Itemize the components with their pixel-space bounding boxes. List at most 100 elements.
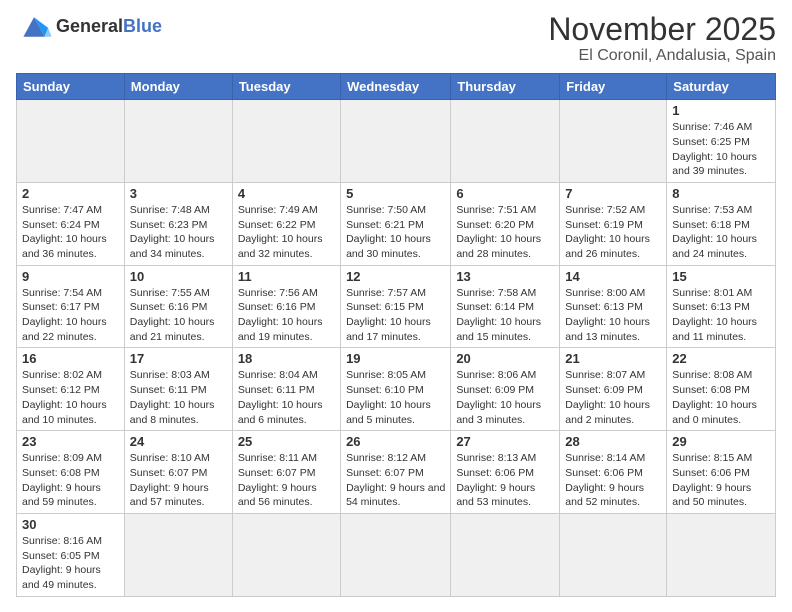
calendar-cell: 30Sunrise: 8:16 AM Sunset: 6:05 PM Dayli… xyxy=(17,513,125,596)
day-number: 16 xyxy=(22,351,119,366)
col-tuesday: Tuesday xyxy=(232,74,340,100)
day-info: Sunrise: 8:07 AM Sunset: 6:09 PM Dayligh… xyxy=(565,368,661,427)
calendar-cell xyxy=(341,513,451,596)
calendar-cell: 29 Sunrise: 8:15 AM Sunset: 6:06 PM Dayli… xyxy=(667,431,776,514)
col-sunday: Sunday xyxy=(17,74,125,100)
day-number: 5 xyxy=(346,186,445,201)
day-info: Sunrise: 8:05 AM Sunset: 6:10 PM Dayligh… xyxy=(346,368,445,427)
col-monday: Monday xyxy=(124,74,232,100)
day-number: 1 xyxy=(672,103,770,118)
day-info: Sunrise: 8:09 AM Sunset: 6:08 PM Dayligh… xyxy=(22,451,119,510)
calendar-cell: 17 Sunrise: 8:03 AM Sunset: 6:11 PM Dayli… xyxy=(124,348,232,431)
logo: GeneralBlue xyxy=(16,12,162,42)
calendar-cell: 7 Sunrise: 7:52 AM Sunset: 6:19 PM Daylig… xyxy=(560,182,667,265)
day-info: Sunrise: 8:06 AM Sunset: 6:09 PM Dayligh… xyxy=(456,368,554,427)
calendar-cell: 9 Sunrise: 7:54 AM Sunset: 6:17 PM Daylig… xyxy=(17,265,125,348)
col-friday: Friday xyxy=(560,74,667,100)
calendar-cell xyxy=(667,513,776,596)
calendar-cell: 20 Sunrise: 8:06 AM Sunset: 6:09 PM Dayli… xyxy=(451,348,560,431)
day-info: Sunrise: 8:01 AM Sunset: 6:13 PM Dayligh… xyxy=(672,286,770,345)
day-info: Sunrise: 8:10 AM Sunset: 6:07 PM Dayligh… xyxy=(130,451,227,510)
calendar-cell: 23 Sunrise: 8:09 AM Sunset: 6:08 PM Dayli… xyxy=(17,431,125,514)
day-info: Sunrise: 7:57 AM Sunset: 6:15 PM Dayligh… xyxy=(346,286,445,345)
day-info: Sunrise: 8:00 AM Sunset: 6:13 PM Dayligh… xyxy=(565,286,661,345)
calendar-header-row: Sunday Monday Tuesday Wednesday Thursday… xyxy=(17,74,776,100)
day-number: 17 xyxy=(130,351,227,366)
day-info: Sunrise: 8:14 AM Sunset: 6:06 PM Dayligh… xyxy=(565,451,661,510)
day-number: 8 xyxy=(672,186,770,201)
day-info: Sunrise: 7:48 AM Sunset: 6:23 PM Dayligh… xyxy=(130,203,227,262)
day-info: Sunrise: 8:13 AM Sunset: 6:06 PM Dayligh… xyxy=(456,451,554,510)
calendar-cell: 28 Sunrise: 8:14 AM Sunset: 6:06 PM Dayli… xyxy=(560,431,667,514)
header-area: GeneralBlue November 2025 El Coronil, An… xyxy=(16,12,776,65)
calendar-week-row: 23 Sunrise: 8:09 AM Sunset: 6:08 PM Dayli… xyxy=(17,431,776,514)
day-number: 2 xyxy=(22,186,119,201)
calendar-week-row: 16 Sunrise: 8:02 AM Sunset: 6:12 PM Dayli… xyxy=(17,348,776,431)
day-info: Sunrise: 7:52 AM Sunset: 6:19 PM Dayligh… xyxy=(565,203,661,262)
col-saturday: Saturday xyxy=(667,74,776,100)
day-info: Sunrise: 7:49 AM Sunset: 6:22 PM Dayligh… xyxy=(238,203,335,262)
calendar-cell: 1Sunrise: 7:46 AM Sunset: 6:25 PM Daylig… xyxy=(667,100,776,183)
calendar-cell: 5Sunrise: 7:50 AM Sunset: 6:21 PM Daylig… xyxy=(341,182,451,265)
calendar-cell: 24 Sunrise: 8:10 AM Sunset: 6:07 PM Dayli… xyxy=(124,431,232,514)
day-number: 15 xyxy=(672,269,770,284)
calendar-cell: 8Sunrise: 7:53 AM Sunset: 6:18 PM Daylig… xyxy=(667,182,776,265)
day-number: 25 xyxy=(238,434,335,449)
calendar-cell xyxy=(124,100,232,183)
day-number: 13 xyxy=(456,269,554,284)
day-number: 12 xyxy=(346,269,445,284)
calendar-cell: 13 Sunrise: 7:58 AM Sunset: 6:14 PM Dayli… xyxy=(451,265,560,348)
day-number: 10 xyxy=(130,269,227,284)
calendar-cell: 14 Sunrise: 8:00 AM Sunset: 6:13 PM Dayli… xyxy=(560,265,667,348)
title-area: November 2025 El Coronil, Andalusia, Spa… xyxy=(548,12,776,65)
logo-text: GeneralBlue xyxy=(56,17,162,37)
day-info: Sunrise: 7:58 AM Sunset: 6:14 PM Dayligh… xyxy=(456,286,554,345)
calendar-cell: 15 Sunrise: 8:01 AM Sunset: 6:13 PM Dayli… xyxy=(667,265,776,348)
day-number: 23 xyxy=(22,434,119,449)
col-wednesday: Wednesday xyxy=(341,74,451,100)
day-number: 22 xyxy=(672,351,770,366)
calendar-cell xyxy=(451,513,560,596)
calendar-cell: 10 Sunrise: 7:55 AM Sunset: 6:16 PM Dayli… xyxy=(124,265,232,348)
calendar-cell: 3 Sunrise: 7:48 AM Sunset: 6:23 PM Daylig… xyxy=(124,182,232,265)
calendar-cell xyxy=(560,100,667,183)
day-info: Sunrise: 7:54 AM Sunset: 6:17 PM Dayligh… xyxy=(22,286,119,345)
day-info: Sunrise: 7:56 AM Sunset: 6:16 PM Dayligh… xyxy=(238,286,335,345)
calendar-cell: 16 Sunrise: 8:02 AM Sunset: 6:12 PM Dayli… xyxy=(17,348,125,431)
day-number: 9 xyxy=(22,269,119,284)
calendar-cell: 4 Sunrise: 7:49 AM Sunset: 6:22 PM Daylig… xyxy=(232,182,340,265)
calendar-week-row: 30Sunrise: 8:16 AM Sunset: 6:05 PM Dayli… xyxy=(17,513,776,596)
day-info: Sunrise: 8:15 AM Sunset: 6:06 PM Dayligh… xyxy=(672,451,770,510)
calendar-cell xyxy=(232,100,340,183)
day-number: 20 xyxy=(456,351,554,366)
day-info: Sunrise: 7:51 AM Sunset: 6:20 PM Dayligh… xyxy=(456,203,554,262)
day-number: 7 xyxy=(565,186,661,201)
calendar-cell: 25 Sunrise: 8:11 AM Sunset: 6:07 PM Dayli… xyxy=(232,431,340,514)
day-number: 26 xyxy=(346,434,445,449)
calendar-cell: 12 Sunrise: 7:57 AM Sunset: 6:15 PM Dayli… xyxy=(341,265,451,348)
day-number: 24 xyxy=(130,434,227,449)
day-number: 28 xyxy=(565,434,661,449)
day-info: Sunrise: 7:55 AM Sunset: 6:16 PM Dayligh… xyxy=(130,286,227,345)
day-number: 6 xyxy=(456,186,554,201)
calendar-cell: 22Sunrise: 8:08 AM Sunset: 6:08 PM Dayli… xyxy=(667,348,776,431)
day-number: 3 xyxy=(130,186,227,201)
calendar-cell: 26Sunrise: 8:12 AM Sunset: 6:07 PM Dayli… xyxy=(341,431,451,514)
calendar-cell: 6 Sunrise: 7:51 AM Sunset: 6:20 PM Daylig… xyxy=(451,182,560,265)
day-number: 27 xyxy=(456,434,554,449)
day-info: Sunrise: 8:11 AM Sunset: 6:07 PM Dayligh… xyxy=(238,451,335,510)
calendar-cell xyxy=(560,513,667,596)
day-number: 30 xyxy=(22,517,119,532)
day-info: Sunrise: 8:03 AM Sunset: 6:11 PM Dayligh… xyxy=(130,368,227,427)
page: GeneralBlue November 2025 El Coronil, An… xyxy=(0,0,792,612)
day-info: Sunrise: 8:02 AM Sunset: 6:12 PM Dayligh… xyxy=(22,368,119,427)
day-info: Sunrise: 7:47 AM Sunset: 6:24 PM Dayligh… xyxy=(22,203,119,262)
calendar-week-row: 2 Sunrise: 7:47 AM Sunset: 6:24 PM Daylig… xyxy=(17,182,776,265)
day-number: 4 xyxy=(238,186,335,201)
calendar-cell xyxy=(17,100,125,183)
day-number: 18 xyxy=(238,351,335,366)
day-number: 14 xyxy=(565,269,661,284)
logo-icon xyxy=(16,12,52,42)
day-number: 29 xyxy=(672,434,770,449)
location-title: El Coronil, Andalusia, Spain xyxy=(548,47,776,65)
